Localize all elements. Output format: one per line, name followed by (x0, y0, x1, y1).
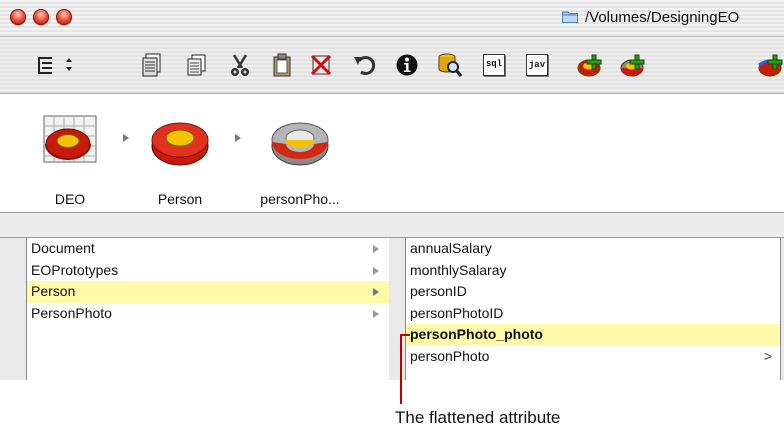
add-relationship-icon (758, 54, 783, 77)
java-icon: jav (526, 54, 548, 76)
callout-line (400, 334, 402, 404)
add-attribute-icon (620, 54, 645, 77)
list-item[interactable]: personPhoto > (406, 346, 780, 368)
scissors-icon (231, 54, 249, 76)
path-item-entity[interactable]: Person (130, 110, 230, 207)
generate-sql-button[interactable]: sql (480, 51, 508, 79)
path-separator-arrow (235, 134, 241, 142)
path-item-label: personPho... (260, 191, 340, 207)
attribute-list-column: annualSalary monthlySalaray personID per… (405, 238, 781, 380)
list-item-label: annualSalary (410, 240, 492, 256)
list-item[interactable]: personID (406, 281, 780, 303)
list-item-label: Person (31, 283, 76, 299)
copy-icon (187, 54, 206, 76)
close-button[interactable] (10, 9, 26, 25)
delete-button[interactable] (307, 51, 335, 79)
list-item-label: personPhotoID (410, 304, 504, 321)
add-entity-button[interactable] (577, 51, 605, 79)
new-document-icon (142, 53, 161, 77)
list-item[interactable]: EOPrototypes (27, 260, 389, 282)
callout-tick (400, 334, 410, 336)
relationship-icon (271, 122, 329, 166)
list-item-label: PersonPhoto (31, 304, 112, 321)
add-entity-icon (577, 54, 602, 77)
window-title: /Volumes/DesigningEO (585, 9, 740, 26)
disclosure-arrow-icon (373, 309, 379, 318)
path-item-model[interactable]: DEO (20, 110, 120, 207)
list-item-label: personID (410, 283, 467, 299)
title-bar: /Volumes/DesigningEO (0, 0, 784, 37)
callout-label: The flattened attribute (395, 408, 561, 427)
undo-icon (354, 56, 376, 75)
delete-icon (310, 54, 332, 76)
inspector-button[interactable] (393, 51, 421, 79)
path-separator-arrow (123, 134, 129, 142)
sql-icon-label: sql (485, 59, 503, 69)
copy-button[interactable] (183, 51, 211, 79)
new-entity-button[interactable] (138, 51, 166, 79)
zoom-button[interactable] (56, 9, 72, 25)
java-icon-label: jav (528, 60, 546, 70)
path-item-label: DEO (54, 191, 86, 207)
splitter-bar[interactable] (0, 213, 784, 238)
view-mode-popup[interactable] (36, 51, 82, 79)
list-item-label: EOPrototypes (31, 261, 119, 278)
disclosure-arrow-icon (373, 266, 379, 275)
add-attribute-button[interactable] (620, 51, 648, 79)
undo-button[interactable] (350, 51, 378, 79)
list-item[interactable]: PersonPhoto (27, 303, 389, 325)
entity-icon (151, 122, 209, 166)
toolbar: sql jav (0, 37, 784, 94)
list-item[interactable]: personPhotoID (406, 303, 780, 325)
list-item[interactable]: monthlySalaray (406, 260, 780, 282)
paste-button[interactable] (268, 51, 296, 79)
model-icon (43, 115, 97, 163)
list-item-selected[interactable]: Person (27, 281, 389, 303)
list-item[interactable]: annualSalary (406, 238, 780, 260)
path-browser: DEO Person personPho... (0, 94, 784, 213)
list-item-label: monthlySalaray (410, 261, 507, 278)
clipboard-icon (273, 53, 291, 77)
info-icon (396, 54, 418, 76)
disclosure-arrow-icon (373, 288, 379, 296)
sql-icon: sql (483, 54, 505, 76)
chevron-right-icon: > (763, 347, 772, 364)
minimize-button[interactable] (33, 9, 49, 25)
column-gutter (0, 238, 25, 380)
list-item-label: Document (31, 240, 95, 256)
folder-icon (562, 11, 578, 23)
add-relationship-button[interactable] (758, 51, 784, 79)
browse-data-button[interactable] (436, 51, 464, 79)
path-item-relationship[interactable]: personPho... (250, 110, 350, 207)
cut-button[interactable] (226, 51, 254, 79)
list-view-icon (38, 57, 72, 74)
list-item-label: personPhoto_photo (410, 326, 543, 342)
disclosure-arrow-icon (373, 245, 379, 253)
entity-list-column: Document EOPrototypes Person PersonPhoto (26, 238, 390, 380)
database-search-icon (438, 53, 463, 77)
list-item[interactable]: Document (27, 238, 389, 260)
app-window: /Volumes/DesigningEO sql jav DEO Person … (0, 0, 784, 380)
list-item-label: personPhoto (410, 347, 490, 364)
path-item-label: Person (157, 191, 203, 207)
generate-java-button[interactable]: jav (523, 51, 551, 79)
list-item-selected[interactable]: personPhoto_photo (406, 324, 780, 346)
